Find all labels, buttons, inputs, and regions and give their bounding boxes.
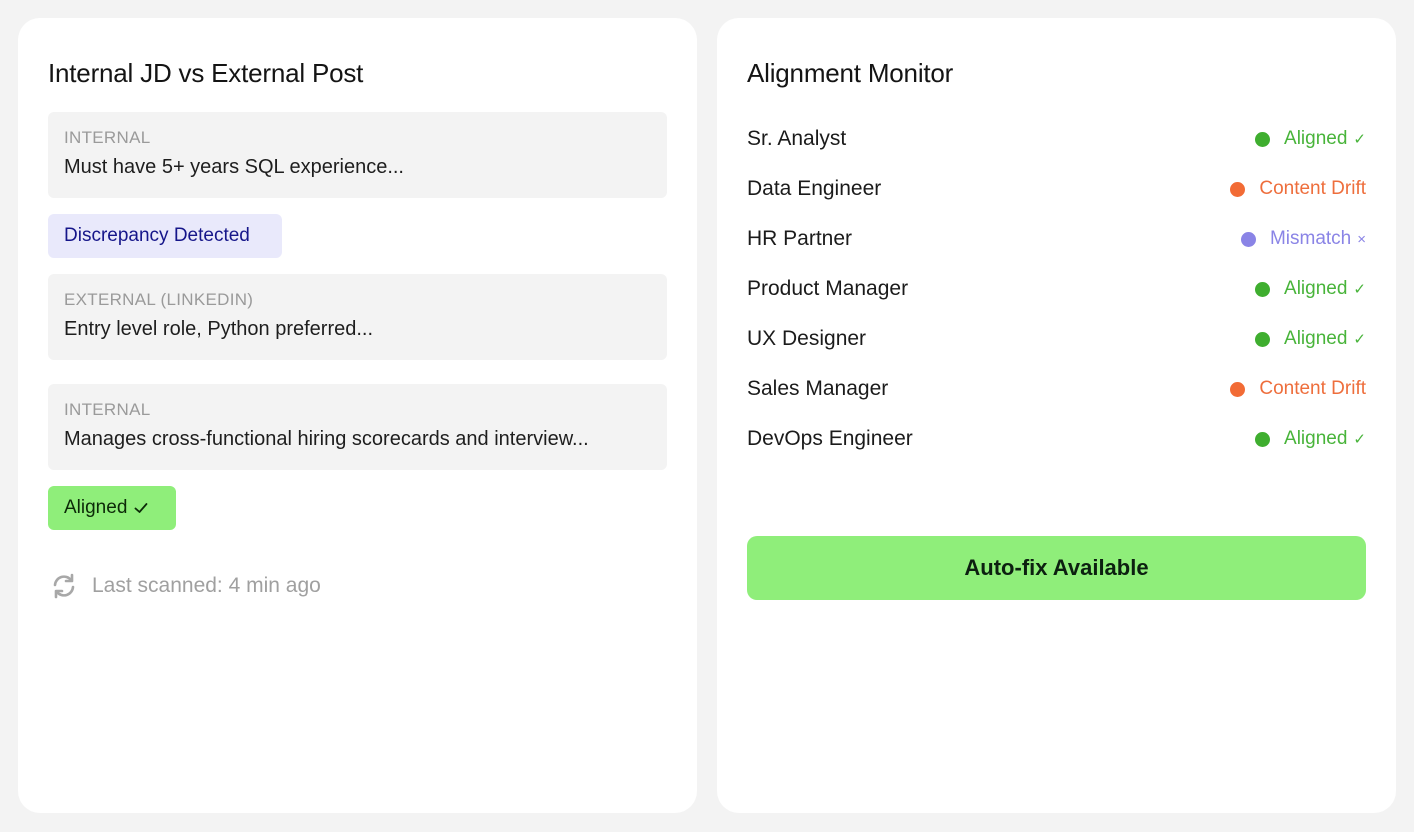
alignment-monitor-card: Alignment Monitor Sr. Analyst Aligned ✓ … (717, 18, 1396, 813)
status-indicator: Aligned ✓ (1255, 428, 1366, 450)
aligned-badge: Aligned (48, 486, 176, 530)
check-icon: ✓ (1353, 331, 1366, 348)
status-indicator: Aligned ✓ (1255, 328, 1366, 350)
status-label: Content Drift (1259, 178, 1366, 199)
status-dot (1255, 281, 1271, 297)
status-dot (1230, 381, 1246, 397)
check-icon (134, 503, 148, 513)
check-icon: ✓ (1353, 131, 1366, 148)
check-icon: ✓ (1353, 431, 1366, 448)
status-indicator: Mismatch × (1240, 228, 1366, 250)
internal-jd-snippet[interactable]: INTERNAL Manages cross-functional hiring… (48, 384, 667, 470)
role-name: Sr. Analyst (747, 127, 847, 150)
snippet-source-label: INTERNAL (64, 128, 151, 147)
status-indicator: Content Drift (1230, 178, 1366, 200)
internal-jd-snippet[interactable]: INTERNAL Must have 5+ years SQL experien… (48, 112, 667, 198)
card-title: Internal JD vs External Post (48, 58, 364, 88)
status-dot (1255, 131, 1271, 147)
external-post-snippet[interactable]: EXTERNAL (LINKEDIN) Entry level role, Py… (48, 274, 667, 360)
role-row[interactable]: HR Partner Mismatch × (747, 214, 1366, 264)
status-indicator: Aligned ✓ (1255, 278, 1366, 300)
role-row[interactable]: Product Manager Aligned ✓ (747, 264, 1366, 314)
status-label: Aligned (1284, 328, 1348, 349)
discrepancy-badge-label: Discrepancy Detected (64, 225, 250, 246)
card-title: Alignment Monitor (747, 58, 954, 88)
role-name: Product Manager (747, 277, 909, 300)
auto-fix-button[interactable]: Auto-fix Available (747, 536, 1366, 600)
status-dot (1240, 231, 1256, 247)
role-status-list: Sr. Analyst Aligned ✓ Data Engineer Cont… (747, 114, 1366, 464)
status-dot (1230, 181, 1246, 197)
status-indicator: Aligned ✓ (1255, 128, 1366, 150)
check-icon: ✓ (1353, 281, 1366, 298)
role-row[interactable]: Sales Manager Content Drift (747, 364, 1366, 414)
snippet-source-label: EXTERNAL (LINKEDIN) (64, 290, 254, 309)
snippet-source-label: INTERNAL (64, 400, 151, 419)
role-name: HR Partner (747, 227, 853, 250)
status-label: Content Drift (1259, 378, 1366, 399)
snippet-text: Must have 5+ years SQL experience... (64, 156, 404, 178)
status-label: Mismatch (1269, 228, 1352, 249)
role-row[interactable]: Data Engineer Content Drift (747, 164, 1366, 214)
jd-comparison-card: Internal JD vs External Post INTERNAL Mu… (18, 18, 697, 813)
status-dot (1255, 331, 1271, 347)
role-row[interactable]: DevOps Engineer Aligned ✓ (747, 414, 1366, 464)
last-scanned-text: Last scanned: 4 min ago (92, 574, 321, 597)
status-dot (1255, 431, 1271, 447)
role-name: UX Designer (747, 327, 867, 350)
snippet-text: Manages cross-functional hiring scorecar… (64, 428, 589, 450)
refresh-icon[interactable] (50, 572, 78, 600)
aligned-badge-label: Aligned (64, 497, 128, 518)
close-icon: × (1357, 230, 1366, 248)
status-indicator: Content Drift (1230, 378, 1366, 400)
role-name: DevOps Engineer (747, 427, 913, 450)
snippet-text: Entry level role, Python preferred... (64, 318, 374, 340)
role-name: Data Engineer (747, 177, 882, 200)
status-label: Aligned (1284, 128, 1348, 149)
role-name: Sales Manager (747, 377, 889, 400)
role-row[interactable]: Sr. Analyst Aligned ✓ (747, 114, 1366, 164)
role-row[interactable]: UX Designer Aligned ✓ (747, 314, 1366, 364)
last-scanned-row: Last scanned: 4 min ago (50, 572, 321, 600)
status-label: Aligned (1284, 278, 1348, 299)
discrepancy-badge: Discrepancy Detected (48, 214, 282, 258)
status-label: Aligned (1284, 428, 1348, 449)
